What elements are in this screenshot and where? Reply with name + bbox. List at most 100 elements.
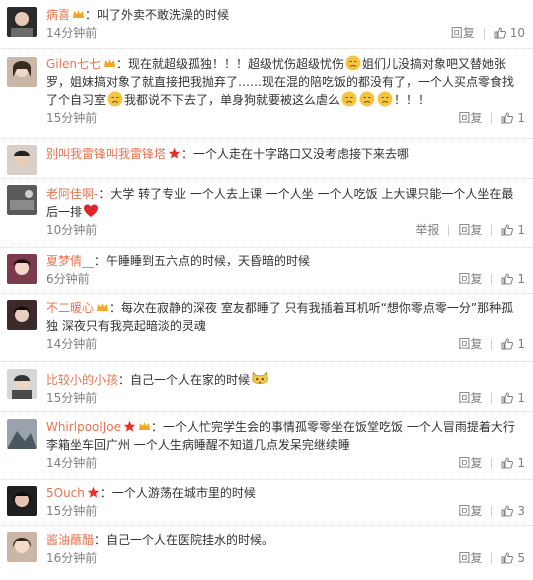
comment-time: 15分钟前 — [46, 111, 98, 125]
star-badge-icon[interactable] — [123, 420, 136, 433]
avatar[interactable] — [7, 300, 37, 330]
crown-badge-icon[interactable] — [138, 420, 151, 433]
comment-item: 比较小的小孩：自己一个人在家的时候 15分钟前 回复 1 — [0, 362, 533, 412]
avatar[interactable] — [7, 145, 37, 175]
comment-item: Gilen七七 ：现在就超级孤独！！！超级忧伤超级忧伤 姐们儿没搞对象吧又替她张罗，… — [0, 49, 533, 139]
user-name[interactable]: 病喜 — [46, 8, 70, 22]
comment-item: 夏梦倩__：午睡睡到五六点的时候，天昏暗的时候 6分钟前 回复 1 — [0, 248, 533, 294]
comment-meta: 10分钟前 举报 回复 1 — [46, 221, 525, 239]
reply-button[interactable]: 回复 — [458, 221, 482, 239]
avatar[interactable] — [7, 254, 37, 284]
comment-meta: 15分钟前 回复 1 — [46, 109, 525, 127]
reply-button[interactable]: 回复 — [458, 549, 482, 567]
avatar[interactable] — [7, 532, 37, 562]
like-count: 5 — [517, 551, 525, 565]
comment-meta: 6分钟前 回复 1 — [46, 270, 525, 288]
thumbs-up-icon — [501, 338, 514, 350]
avatar[interactable] — [7, 369, 37, 399]
like-button[interactable]: 1 — [501, 109, 525, 127]
like-button[interactable]: 1 — [501, 335, 525, 353]
sad-face-emoticon-icon — [377, 91, 393, 107]
thumbs-up-icon — [501, 552, 514, 564]
comment-time: 16分钟前 — [46, 551, 98, 565]
crown-badge-icon[interactable] — [103, 57, 116, 70]
user-name[interactable]: 夏梦倩__ — [46, 254, 94, 268]
crown-badge-icon[interactable] — [96, 301, 109, 314]
sad-face-emoticon-icon — [359, 91, 375, 107]
comment-text: 自己一个人在家的时候 — [130, 373, 251, 387]
like-count: 10 — [509, 26, 525, 40]
thumbs-up-icon — [501, 273, 514, 285]
like-button[interactable]: 1 — [501, 270, 525, 288]
comment-text: 我都说不下去了，单身狗就要被这么虐么 — [124, 93, 341, 107]
comment-item: 老阿佳啊-：大学 转了专业 一个人去上课 一个人坐 一个人吃饭 上大课只能一个人… — [0, 179, 533, 248]
like-count: 1 — [517, 337, 525, 351]
thumbs-up-icon — [501, 112, 514, 124]
like-button[interactable]: 10 — [494, 24, 525, 42]
user-name[interactable]: WhirlpoolJoe — [46, 420, 121, 434]
comment-time: 10分钟前 — [46, 223, 98, 237]
like-count: 3 — [517, 504, 525, 518]
user-name[interactable]: 老阿佳啊- — [46, 187, 98, 201]
reply-button[interactable]: 回复 — [458, 270, 482, 288]
comment-item: 病喜 ：叫了外卖不敢洗澡的时候 14分钟前 回复 10 — [0, 0, 533, 49]
reply-button[interactable]: 回复 — [458, 335, 482, 353]
star-badge-icon[interactable] — [168, 147, 181, 160]
cat-face-emoticon-icon — [252, 371, 268, 384]
avatar[interactable] — [7, 486, 37, 516]
avatar[interactable] — [7, 57, 37, 87]
report-button[interactable]: 举报 — [415, 221, 439, 239]
comment-item: 别叫我雷锋叫我雷锋塔 ：一个人走在十字路口又没考虑接下来去哪 — [0, 139, 533, 179]
comment-time: 14分钟前 — [46, 337, 98, 351]
thumbs-up-icon — [501, 457, 514, 469]
like-button[interactable]: 1 — [501, 221, 525, 239]
comment-item: 酱油蘸醋：自己一个人在医院挂水的时候。 16分钟前 回复 5 — [0, 526, 533, 575]
comment-text: 现在就超级孤独！！！超级忧伤超级忧伤 — [127, 57, 344, 71]
user-name[interactable]: Gilen七七 — [46, 57, 101, 71]
reply-button[interactable]: 回复 — [458, 109, 482, 127]
comment-time: 15分钟前 — [46, 391, 98, 405]
like-button[interactable]: 5 — [501, 549, 525, 567]
comment-text: 自己一个人在医院挂水的时候。 — [106, 533, 275, 547]
comment-time: 6分钟前 — [46, 272, 90, 286]
avatar[interactable] — [7, 7, 37, 37]
like-button[interactable]: 3 — [501, 502, 525, 520]
user-name[interactable]: 5Ouch — [46, 486, 85, 500]
thumbs-up-icon — [501, 392, 514, 404]
reply-button[interactable]: 回复 — [451, 24, 475, 42]
user-name[interactable]: 不二暖心 — [46, 301, 94, 315]
heart-emoticon-icon — [84, 204, 99, 217]
comment-text: 大学 转了专业 一个人去上课 一个人坐 一个人吃饭 上大课只能一个人坐在最后一排 — [46, 187, 514, 219]
like-button[interactable]: 1 — [501, 389, 525, 407]
thumbs-up-icon — [494, 27, 506, 39]
reply-button[interactable]: 回复 — [458, 502, 482, 520]
comment-text: 午睡睡到五六点的时候，天昏暗的时候 — [106, 254, 311, 268]
star-badge-icon[interactable] — [87, 486, 100, 499]
user-name[interactable]: 比较小的小孩 — [46, 373, 118, 387]
avatar[interactable] — [7, 185, 37, 215]
comment-meta: 16分钟前 回复 5 — [46, 549, 525, 567]
comment-time: 14分钟前 — [46, 456, 98, 470]
comment-item: WhirlpoolJoe ：一个人忙完学生会的事情孤零零坐在饭堂吃饭 一个人冒雨提… — [0, 412, 533, 480]
user-name[interactable]: 酱油蘸醋 — [46, 533, 94, 547]
comment-meta: 14分钟前 回复 1 — [46, 454, 525, 472]
like-count: 1 — [517, 111, 525, 125]
like-count: 1 — [517, 223, 525, 237]
reply-button[interactable]: 回复 — [458, 389, 482, 407]
user-name[interactable]: 别叫我雷锋叫我雷锋塔 — [46, 147, 166, 161]
sad-face-emoticon-icon — [107, 91, 123, 107]
comment-text: 一个人游荡在城市里的时候 — [111, 486, 256, 500]
avatar[interactable] — [7, 419, 37, 449]
reply-button[interactable]: 回复 — [458, 454, 482, 472]
comment-time: 14分钟前 — [46, 26, 98, 40]
comment-text: 叫了外卖不敢洗澡的时候 — [97, 8, 230, 22]
thumbs-up-icon — [501, 505, 514, 517]
comment-meta: 15分钟前 回复 3 — [46, 502, 525, 520]
comment-item: 不二暖心 ：每次在寂静的深夜 室友都睡了 只有我插着耳机听“想你零点零一分”那种孤… — [0, 294, 533, 362]
crown-badge-icon[interactable] — [72, 8, 85, 21]
like-count: 1 — [517, 272, 525, 286]
comment-text: ！！！ — [394, 93, 431, 107]
like-button[interactable]: 1 — [501, 454, 525, 472]
like-count: 1 — [517, 391, 525, 405]
comment-meta: 14分钟前 回复 1 — [46, 335, 525, 353]
